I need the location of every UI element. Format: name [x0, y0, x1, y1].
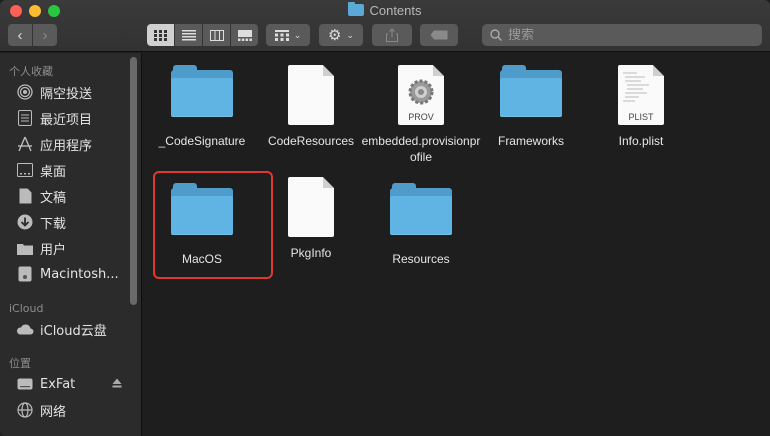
group-by-button[interactable]: ⌄ — [266, 24, 310, 46]
sidebar-item-label: 文稿 — [40, 190, 67, 206]
file-item-codesignature[interactable]: _CodeSignature — [141, 65, 263, 149]
file-type-badge: PLIST — [628, 112, 654, 122]
sidebar-item-label: ExFat — [40, 376, 76, 392]
window-title-label: Contents — [369, 3, 422, 18]
share-icon — [386, 28, 398, 42]
sidebar-item-exfat[interactable]: ExFat — [16, 373, 128, 395]
sidebar-item-users[interactable]: 用户 — [16, 237, 128, 259]
action-button[interactable]: ⚙ ⌄ — [319, 24, 363, 46]
column-view-button[interactable] — [203, 24, 230, 46]
file-item-frameworks[interactable]: Frameworks — [470, 65, 592, 149]
sidebar-item-label: 应用程序 — [40, 138, 93, 154]
finder-window: Contents ‹ › ⌄ ⚙ ⌄ 搜索 个人收藏 隔空投送 最近项目 应用程… — [0, 0, 770, 436]
tag-icon — [430, 30, 448, 40]
file-name: Resources — [392, 252, 450, 266]
document-icon — [288, 65, 334, 125]
sidebar-item-recents[interactable]: 最近项目 — [16, 107, 128, 129]
folder-icon — [390, 183, 452, 235]
sidebar-item-label: 隔空投送 — [40, 86, 93, 102]
highlight-box — [153, 171, 273, 279]
file-item-coderesources[interactable]: CodeResources — [250, 65, 372, 149]
sidebar-item-label: 网络 — [40, 404, 67, 420]
view-mode-group — [147, 24, 258, 46]
sidebar-scrollbar[interactable] — [130, 57, 137, 305]
share-button[interactable] — [372, 24, 412, 46]
sidebar-item-downloads[interactable]: 下载 — [16, 211, 128, 233]
locations-header: 位置 — [9, 357, 31, 370]
folder-icon — [500, 65, 562, 117]
gallery-view-button[interactable] — [231, 24, 258, 46]
sidebar-item-macintosh-hd[interactable]: Macintosh... — [16, 263, 128, 285]
network-icon — [16, 401, 34, 419]
sidebar-item-documents[interactable]: 文稿 — [16, 185, 128, 207]
file-name: embedded.provisionprofile — [361, 134, 481, 164]
chevron-down-icon: ⌄ — [293, 29, 302, 40]
search-icon — [490, 29, 502, 41]
chevron-right-icon: › — [42, 26, 48, 44]
icloud-header: iCloud — [9, 302, 44, 315]
window-title: Contents — [0, 2, 770, 18]
sidebar-item-label: 用户 — [40, 242, 67, 258]
file-name: Frameworks — [497, 134, 564, 148]
forward-button[interactable]: › — [33, 24, 57, 46]
text-lines-icon — [623, 72, 649, 102]
folder-icon — [16, 239, 34, 257]
file-name: _CodeSignature — [158, 134, 246, 148]
sidebar-item-label: 桌面 — [40, 164, 67, 180]
sidebar-item-label: 最近项目 — [40, 112, 93, 128]
sidebar-item-desktop[interactable]: 桌面 — [16, 159, 128, 181]
column-view-icon — [209, 29, 224, 41]
airdrop-icon — [16, 83, 34, 101]
drive-icon — [16, 375, 34, 393]
group-grid-icon — [274, 29, 289, 41]
gallery-view-icon — [237, 29, 252, 41]
provisioning-profile-icon: PROV — [398, 65, 444, 125]
file-item-info-plist[interactable]: PLIST Info.plist — [580, 65, 702, 149]
desktop-icon — [16, 161, 34, 179]
file-type-badge: PROV — [408, 112, 434, 122]
sidebar: 个人收藏 隔空投送 最近项目 应用程序 桌面 文稿 下载 用户 Macintos… — [0, 53, 142, 436]
file-item-embedded-provisionprofile[interactable]: PROV embedded.provisionprofile — [360, 65, 482, 165]
gear-icon: ⚙ — [328, 27, 342, 44]
folder-icon — [348, 2, 365, 16]
sidebar-item-label: iCloud云盘 — [40, 323, 107, 339]
applications-icon — [16, 135, 34, 153]
file-name: CodeResources — [267, 134, 355, 148]
search-field[interactable] — [482, 24, 762, 46]
search-input[interactable] — [508, 27, 748, 43]
eject-icon[interactable] — [112, 377, 122, 392]
sidebar-item-applications[interactable]: 应用程序 — [16, 133, 128, 155]
sidebar-item-label: Macintosh... — [40, 266, 119, 282]
gear-icon — [408, 79, 434, 105]
chevron-left-icon: ‹ — [17, 26, 23, 44]
list-view-button[interactable] — [175, 24, 202, 46]
hard-drive-icon — [16, 265, 34, 283]
chevron-down-icon: ⌄ — [346, 29, 354, 40]
sidebar-item-label: 下载 — [40, 216, 67, 232]
sidebar-item-network[interactable]: 网络 — [16, 399, 128, 421]
plist-file-icon: PLIST — [618, 65, 664, 125]
tags-button[interactable] — [420, 24, 458, 46]
favorites-header: 个人收藏 — [9, 65, 53, 78]
documents-icon — [16, 187, 34, 205]
back-button[interactable]: ‹ — [8, 24, 32, 46]
sidebar-item-airdrop[interactable]: 隔空投送 — [16, 81, 128, 103]
folder-icon — [171, 65, 233, 117]
file-item-resources[interactable]: Resources — [360, 177, 482, 267]
downloads-icon — [16, 213, 34, 231]
toolbar: Contents ‹ › ⌄ ⚙ ⌄ — [0, 0, 770, 52]
icon-view-button[interactable] — [147, 24, 174, 46]
icon-view-icon — [154, 29, 167, 41]
sidebar-item-icloud-drive[interactable]: iCloud云盘 — [16, 318, 128, 340]
recents-icon — [16, 109, 34, 127]
file-icon-grid: _CodeSignature CodeResources PROV embedd… — [143, 53, 770, 436]
cloud-icon — [16, 320, 34, 338]
document-icon — [288, 177, 334, 237]
file-name: Info.plist — [618, 134, 664, 148]
list-view-icon — [181, 29, 196, 40]
